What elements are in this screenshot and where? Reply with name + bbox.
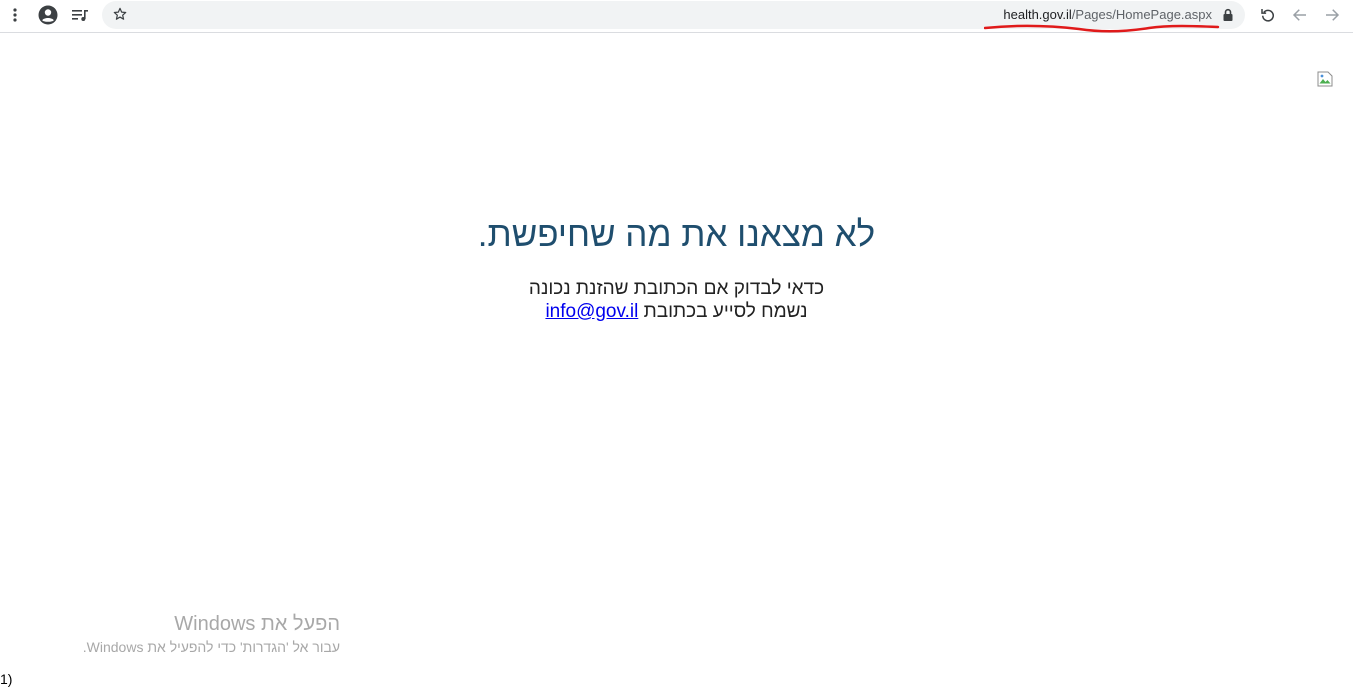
corner-fragment-text: 1) bbox=[0, 671, 13, 687]
url-path: /Pages/HomePage.aspx bbox=[1071, 7, 1212, 22]
email-link[interactable]: info@gov.il bbox=[545, 301, 638, 322]
account-circle-icon[interactable] bbox=[37, 4, 59, 26]
back-arrow-icon[interactable] bbox=[1289, 4, 1311, 26]
contact-prefix: נשמח לסייע בכתובת bbox=[643, 301, 808, 322]
url-text[interactable]: health.gov.il/Pages/HomePage.aspx bbox=[1003, 7, 1212, 22]
check-address-text: כדאי לבדוק אם הכתובת שהזנת נכונה bbox=[528, 278, 825, 299]
activation-subtitle: עבור אל 'הגדרות' כדי להפעיל את Windows. bbox=[82, 639, 340, 655]
not-found-content: לא מצאנו את מה שחיפשת. כדאי לבדוק אם הכת… bbox=[0, 210, 1353, 323]
red-underline-annotation bbox=[984, 24, 1220, 33]
media-queue-icon[interactable] bbox=[69, 4, 91, 26]
broken-image-icon bbox=[1317, 71, 1333, 87]
windows-activation-watermark: הפעל את Windows עבור אל 'הגדרות' כדי להפ… bbox=[83, 611, 340, 657]
activation-title: הפעל את Windows bbox=[174, 613, 340, 635]
help-text: כדאי לבדוק אם הכתובת שהזנת נכונה נשמח לס… bbox=[0, 277, 1353, 323]
star-icon[interactable] bbox=[109, 3, 131, 25]
lock-icon[interactable] bbox=[1217, 4, 1239, 26]
forward-arrow-icon[interactable] bbox=[1321, 4, 1343, 26]
url-domain: health.gov.il bbox=[1003, 7, 1072, 22]
reload-icon[interactable] bbox=[1257, 4, 1279, 26]
page-title: לא מצאנו את מה שחיפשת. bbox=[477, 215, 876, 254]
contact-line: נשמח לסייע בכתובת info@gov.il bbox=[0, 300, 1353, 323]
vertical-dots-icon[interactable] bbox=[4, 4, 26, 26]
